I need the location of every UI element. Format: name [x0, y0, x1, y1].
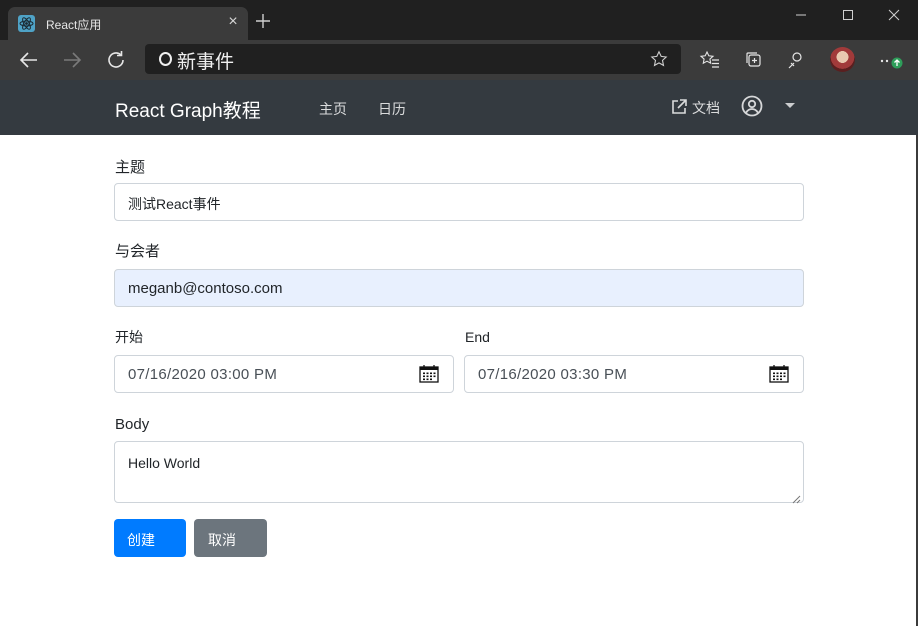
browser-tab[interactable]: React应用 × — [8, 7, 248, 40]
subject-input[interactable]: 测试React事件 — [114, 183, 804, 221]
calendar-icon[interactable] — [769, 365, 789, 383]
feedback-icon[interactable] — [785, 49, 807, 71]
tab-close-icon[interactable]: × — [224, 12, 242, 32]
start-label: 开始 — [115, 329, 143, 345]
nav-link-home[interactable]: 主页 — [319, 99, 347, 119]
calendar-icon[interactable] — [419, 365, 439, 383]
resize-grip-icon[interactable] — [792, 491, 801, 504]
nav-link-calendar[interactable]: 日历 — [378, 99, 406, 119]
page-info-icon[interactable] — [159, 52, 172, 66]
profile-avatar[interactable] — [830, 47, 855, 72]
collections-icon[interactable] — [743, 49, 765, 71]
address-text: 新事件 — [177, 52, 235, 73]
cancel-label: 取消 — [208, 532, 236, 548]
reload-icon[interactable] — [104, 48, 130, 72]
user-circle-icon[interactable] — [741, 95, 763, 117]
back-arrow-icon[interactable] — [16, 48, 42, 72]
brand-title[interactable]: React Graph教程 — [115, 96, 261, 123]
app-navbar: React Graph教程 主页 日历 文档 — [0, 80, 918, 135]
more-options-icon[interactable] — [877, 48, 907, 72]
react-favicon-icon — [18, 15, 35, 32]
favorite-star-icon[interactable] — [650, 50, 668, 68]
subject-label: 主题 — [115, 159, 146, 176]
user-dropdown-caret-icon[interactable] — [785, 103, 795, 108]
end-value: 07/16/2020 03:30 PM — [478, 366, 628, 383]
window-close-icon[interactable] — [871, 2, 917, 28]
nav-docs-label: 文档 — [692, 100, 720, 116]
new-tab-icon[interactable] — [252, 10, 274, 32]
start-datetime-input[interactable]: 07/16/2020 03:00 PM — [114, 355, 454, 393]
body-label: Body — [115, 416, 150, 433]
body-textarea[interactable]: Hello World — [114, 441, 804, 504]
minimize-icon[interactable] — [778, 2, 824, 28]
start-value: 07/16/2020 03:00 PM — [128, 366, 278, 383]
cancel-button[interactable]: 取消 — [194, 519, 267, 557]
browser-toolbar: 新事件 — [0, 40, 918, 80]
create-label: 创建 — [127, 532, 155, 548]
end-label: End — [465, 329, 490, 345]
subject-value: 测试React事件 — [128, 196, 221, 212]
tab-title: React应用 — [46, 18, 102, 32]
attendees-value: meganb@contoso.com — [128, 280, 283, 297]
body-value: Hello World — [128, 455, 201, 471]
browser-titlebar: React应用 × — [0, 0, 918, 40]
create-button[interactable]: 创建 — [114, 519, 186, 557]
forward-arrow-icon[interactable] — [59, 48, 85, 72]
end-datetime-input[interactable]: 07/16/2020 03:30 PM — [464, 355, 804, 393]
attendees-label: 与会者 — [115, 243, 161, 260]
maximize-icon[interactable] — [825, 2, 871, 28]
external-link-icon — [672, 99, 687, 114]
attendees-input[interactable]: meganb@contoso.com — [114, 269, 804, 307]
favorites-icon[interactable] — [699, 49, 721, 71]
address-bar[interactable]: 新事件 — [145, 44, 681, 74]
